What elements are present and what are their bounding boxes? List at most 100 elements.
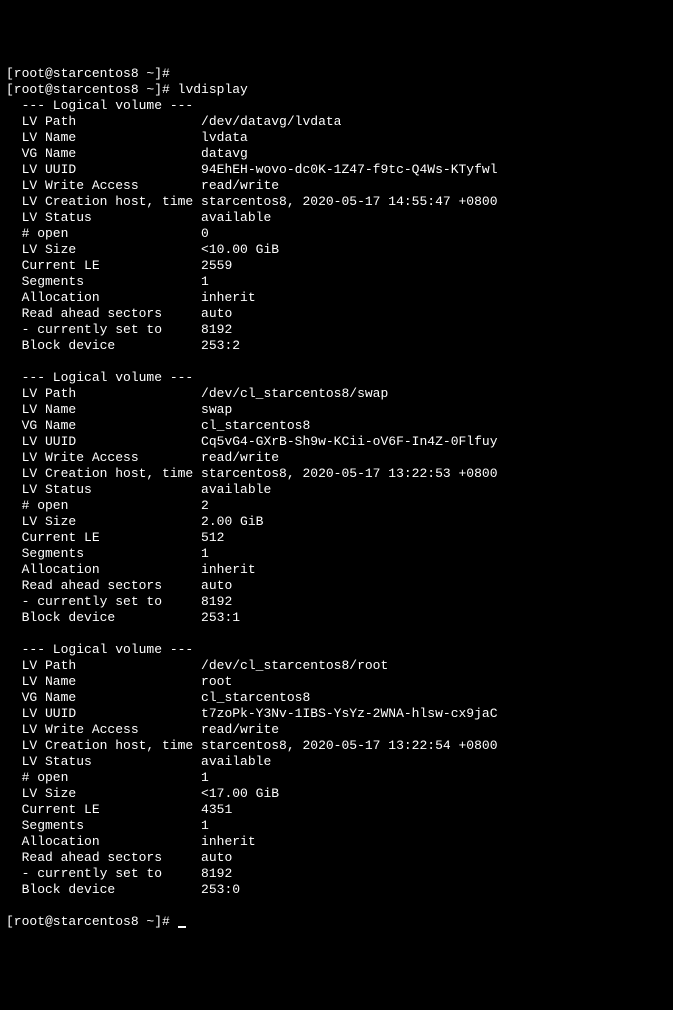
segments-value: 1: [201, 818, 209, 833]
lv-status-value: available: [201, 754, 271, 769]
blank-2: [6, 898, 667, 914]
prev-prompt-line: [root@starcentos8 ~]#: [6, 66, 667, 82]
lv-name-label: LV Name: [6, 674, 201, 689]
command-line[interactable]: [root@starcentos8 ~]# lvdisplay: [6, 82, 667, 98]
lv-write-access-label: LV Write Access: [6, 450, 201, 465]
lv-size-label: LV Size: [6, 786, 201, 801]
lv-path-row: LV Path /dev/cl_starcentos8/swap: [6, 386, 667, 402]
lv-uuid-label: LV UUID: [6, 434, 201, 449]
terminal-output: [root@starcentos8 ~]#[root@starcentos8 ~…: [6, 66, 667, 930]
block-device-value: 253:0: [201, 882, 240, 897]
read-ahead-label: Read ahead sectors: [6, 578, 201, 593]
lv-uuid-row: LV UUID Cq5vG4-GXrB-Sh9w-KCii-oV6F-In4Z-…: [6, 434, 667, 450]
currently-set-label: - currently set to: [6, 322, 201, 337]
current-le-value: 4351: [201, 802, 232, 817]
segments-label: Segments: [6, 818, 201, 833]
lv-path-row: LV Path /dev/datavg/lvdata: [6, 114, 667, 130]
lv-section-header: --- Logical volume ---: [6, 98, 193, 113]
shell-prompt: [root@starcentos8 ~]#: [6, 82, 178, 97]
vg-name-value: datavg: [201, 146, 248, 161]
lv-write-access-label: LV Write Access: [6, 722, 201, 737]
lv-write-access-row: LV Write Access read/write: [6, 450, 667, 466]
segments-value: 1: [201, 546, 209, 561]
lv-name-label: LV Name: [6, 130, 201, 145]
segments-label: Segments: [6, 546, 201, 561]
lv-write-access-row: LV Write Access read/write: [6, 722, 667, 738]
vg-name-label: VG Name: [6, 690, 201, 705]
read-ahead-value: auto: [201, 306, 232, 321]
allocation-row: Allocation inherit: [6, 562, 667, 578]
lv-path-label: LV Path: [6, 658, 201, 673]
allocation-label: Allocation: [6, 290, 201, 305]
lv-name-row: LV Name swap: [6, 402, 667, 418]
block-device-label: Block device: [6, 610, 201, 625]
read-ahead-row: Read ahead sectors auto: [6, 578, 667, 594]
lv-open-row: # open 0: [6, 226, 667, 242]
cursor: [178, 926, 186, 928]
lv-write-access-label: LV Write Access: [6, 178, 201, 193]
current-le-label: Current LE: [6, 258, 201, 273]
lv-uuid-row: LV UUID t7zoPk-Y3Nv-1IBS-YsYz-2WNA-hlsw-…: [6, 706, 667, 722]
lv-creation-value: starcentos8, 2020-05-17 14:55:47 +0800: [201, 194, 497, 209]
current-le-row: Current LE 512: [6, 530, 667, 546]
allocation-label: Allocation: [6, 562, 201, 577]
lv-write-access-row: LV Write Access read/write: [6, 178, 667, 194]
currently-set-label: - currently set to: [6, 866, 201, 881]
lv-size-row: LV Size <17.00 GiB: [6, 786, 667, 802]
lv-path-value: /dev/cl_starcentos8/root: [201, 658, 388, 673]
lv-open-label: # open: [6, 226, 201, 241]
lv-uuid-label: LV UUID: [6, 162, 201, 177]
read-ahead-value: auto: [201, 850, 232, 865]
lv-path-value: /dev/cl_starcentos8/swap: [201, 386, 388, 401]
lv-open-label: # open: [6, 770, 201, 785]
vg-name-label: VG Name: [6, 418, 201, 433]
lv-section-header: --- Logical volume ---: [6, 370, 193, 385]
blank-line: [6, 354, 14, 369]
lv-status-value: available: [201, 210, 271, 225]
current-le-label: Current LE: [6, 802, 201, 817]
lv-uuid-value: 94EhEH-wovo-dc0K-1Z47-f9tc-Q4Ws-KTyfwl: [201, 162, 497, 177]
section-header-1: --- Logical volume ---: [6, 370, 667, 386]
lv-open-row: # open 2: [6, 498, 667, 514]
lv-write-access-value: read/write: [201, 178, 279, 193]
lv-write-access-value: read/write: [201, 450, 279, 465]
lv-open-value: 0: [201, 226, 209, 241]
read-ahead-value: auto: [201, 578, 232, 593]
lv-creation-row: LV Creation host, time starcentos8, 2020…: [6, 738, 667, 754]
allocation-row: Allocation inherit: [6, 290, 667, 306]
lv-uuid-value: Cq5vG4-GXrB-Sh9w-KCii-oV6F-In4Z-0Flfuy: [201, 434, 497, 449]
segments-row: Segments 1: [6, 546, 667, 562]
lv-name-value: lvdata: [201, 130, 248, 145]
segments-row: Segments 1: [6, 818, 667, 834]
block-device-value: 253:1: [201, 610, 240, 625]
lv-creation-label: LV Creation host, time: [6, 194, 201, 209]
lv-path-label: LV Path: [6, 114, 201, 129]
currently-set-row: - currently set to 8192: [6, 866, 667, 882]
allocation-value: inherit: [201, 562, 256, 577]
lv-open-value: 2: [201, 498, 209, 513]
currently-set-value: 8192: [201, 322, 232, 337]
current-le-value: 512: [201, 530, 224, 545]
segments-label: Segments: [6, 274, 201, 289]
prev-prompt: [root@starcentos8 ~]#: [6, 66, 170, 81]
lv-size-value: <17.00 GiB: [201, 786, 279, 801]
vg-name-value: cl_starcentos8: [201, 690, 310, 705]
vg-name-row: VG Name cl_starcentos8: [6, 418, 667, 434]
vg-name-row: VG Name cl_starcentos8: [6, 690, 667, 706]
lv-uuid-label: LV UUID: [6, 706, 201, 721]
block-device-value: 253:2: [201, 338, 240, 353]
segments-row: Segments 1: [6, 274, 667, 290]
lv-name-value: root: [201, 674, 232, 689]
lv-section-header: --- Logical volume ---: [6, 642, 193, 657]
final-prompt-line[interactable]: [root@starcentos8 ~]#: [6, 914, 667, 930]
lv-open-row: # open 1: [6, 770, 667, 786]
section-header-0: --- Logical volume ---: [6, 98, 667, 114]
shell-prompt: [root@starcentos8 ~]#: [6, 914, 178, 929]
lv-creation-row: LV Creation host, time starcentos8, 2020…: [6, 194, 667, 210]
currently-set-row: - currently set to 8192: [6, 594, 667, 610]
read-ahead-label: Read ahead sectors: [6, 306, 201, 321]
block-device-label: Block device: [6, 882, 201, 897]
lv-size-label: LV Size: [6, 514, 201, 529]
blank-line: [6, 626, 14, 641]
lv-status-value: available: [201, 482, 271, 497]
